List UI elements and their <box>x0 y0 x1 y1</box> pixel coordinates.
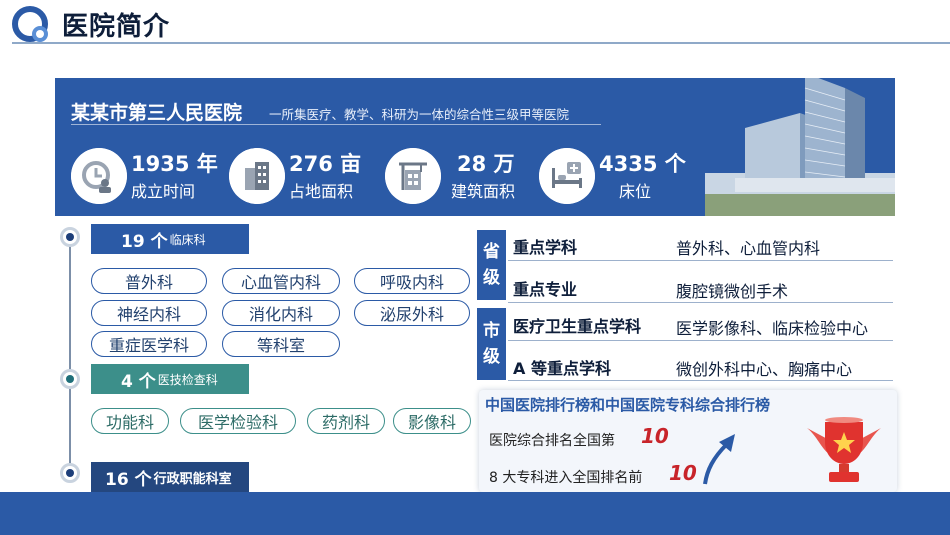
admin-dept-header: 16 个 行政职能科室 <box>91 462 249 492</box>
clinical-dept-header: 19 个 临床科 <box>91 224 249 254</box>
clock-person-icon <box>71 148 127 204</box>
dept-category: 行政职能科室 <box>153 471 232 487</box>
dept-count: 4 个 <box>121 371 156 392</box>
dept-category: 临床科 <box>169 232 206 247</box>
discipline-value: 医学影像科、临床检验中心 <box>676 319 869 338</box>
tag-char: 级 <box>483 347 500 367</box>
up-arrow-icon <box>703 434 735 485</box>
dept-count: 16 个 <box>105 469 152 490</box>
timeline-dot <box>60 463 80 483</box>
hospital-bed-icon <box>539 148 595 204</box>
city-level-tag: 市 级 <box>477 308 506 380</box>
dept-pill: 功能科 <box>91 408 169 434</box>
stat-label: 建筑面积 <box>451 182 516 201</box>
discipline-title: 重点专业 <box>513 280 578 299</box>
discipline-title: 医疗卫生重点学科 <box>513 317 642 336</box>
stat-value: 276 亩 <box>289 152 362 176</box>
footer-band <box>0 492 950 535</box>
stat-floor-area: 28 万 建筑面积 <box>385 146 535 208</box>
dept-pill: 药剂科 <box>307 408 385 434</box>
stat-land-area: 276 亩 占地面积 <box>229 146 379 208</box>
stat-value: 28 万 <box>457 152 515 176</box>
tag-char: 省 <box>483 242 500 262</box>
ranking-title: 中国医院排行榜和中国医院专科综合排行榜 <box>485 396 771 414</box>
discipline-value: 微创外科中心、胸痛中心 <box>676 360 853 379</box>
description-divider <box>71 124 601 125</box>
dept-pill: 神经内科 <box>91 300 207 326</box>
dept-pill: 普外科 <box>91 268 207 294</box>
timeline-dot <box>60 227 80 247</box>
dept-pill: 医学检验科 <box>180 408 296 434</box>
hospital-banner: 某某市第三人民医院 一所集医疗、教学、科研为一体的综合性三级甲等医院 1935 … <box>55 78 895 216</box>
dept-count: 19 个 <box>121 231 168 252</box>
tag-char: 市 <box>483 321 500 341</box>
ranking-line: 医院综合排名全国第 <box>489 433 615 449</box>
stat-label: 成立时间 <box>131 182 196 201</box>
buildings-icon <box>229 148 285 204</box>
row-divider <box>508 380 893 381</box>
dept-pill: 呼吸内科 <box>354 268 470 294</box>
stat-value: 1935 年 <box>131 152 218 176</box>
dept-pill: 重症医学科 <box>91 331 207 357</box>
discipline-title: 重点学科 <box>513 238 578 257</box>
stat-founded: 1935 年 成立时间 <box>71 146 221 208</box>
ranking-line: 8 大专科进入全国排名前 <box>489 470 643 486</box>
ranking-panel: 中国医院排行榜和中国医院专科综合排行榜 医院综合排名全国第 10 8 大专科进入… <box>479 390 897 492</box>
dept-pill: 等科室 <box>222 331 340 357</box>
dept-pill: 影像科 <box>393 408 471 434</box>
brand-logo-icon <box>12 6 48 42</box>
stat-label: 占地面积 <box>289 182 354 201</box>
title-divider <box>12 42 950 44</box>
provincial-level-tag: 省 级 <box>477 230 506 300</box>
stat-label: 床位 <box>619 182 652 201</box>
dept-pill: 泌尿外科 <box>354 300 470 326</box>
ranking-number: 10 <box>669 461 697 485</box>
hospital-name: 某某市第三人民医院 <box>71 102 243 124</box>
building-crane-icon <box>385 148 441 204</box>
page-title: 医院简介 <box>62 12 171 42</box>
row-divider <box>508 340 893 341</box>
stat-beds: 4335 个 床位 <box>539 146 689 208</box>
medtech-dept-header: 4 个 医技检查科 <box>91 364 249 394</box>
hospital-building-image <box>705 78 895 216</box>
row-divider <box>508 260 893 261</box>
trophy-icon <box>807 417 881 482</box>
stat-value: 4335 个 <box>599 152 686 176</box>
dept-pill: 消化内科 <box>222 300 340 326</box>
dept-category: 医技检查科 <box>157 372 218 387</box>
timeline-line <box>69 236 71 474</box>
ranking-number: 10 <box>641 424 669 448</box>
discipline-value: 腹腔镜微创手术 <box>676 282 789 301</box>
dept-pill: 心血管内科 <box>222 268 340 294</box>
discipline-value: 普外科、心血管内科 <box>676 239 821 258</box>
hospital-description: 一所集医疗、教学、科研为一体的综合性三级甲等医院 <box>269 107 570 122</box>
discipline-title: A 等重点学科 <box>513 359 611 378</box>
tag-char: 级 <box>483 268 500 288</box>
timeline-dot <box>60 369 80 389</box>
row-divider <box>508 302 893 303</box>
